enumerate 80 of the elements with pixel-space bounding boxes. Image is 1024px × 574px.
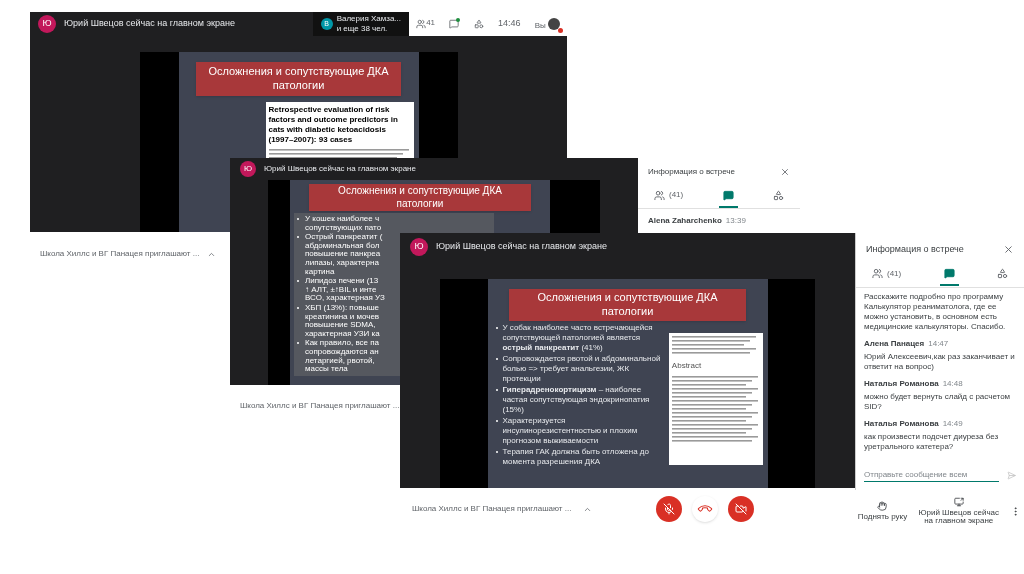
avatar: Ю bbox=[38, 15, 56, 33]
meeting-name: Школа Хиллс и ВГ Панацея приглашают ... bbox=[412, 503, 572, 515]
self-label: Вы bbox=[534, 22, 546, 30]
bullet-text: Как правило, все па bbox=[305, 339, 380, 348]
message-author: Alena Zaharchenko bbox=[648, 215, 722, 227]
raise-hand-button[interactable]: Поднять руку bbox=[857, 501, 908, 521]
paper-heading: Abstract bbox=[671, 359, 703, 372]
paper-title: Retrospective evaluation of risk factors and outcome predictors in cats with diabetic ketoacidosis (1997–2007): 93 cases bbox=[268, 104, 399, 145]
activities-icon[interactable] bbox=[473, 19, 484, 29]
bullet-text: У собак наиболее часто встречающейся сопутствующей патологией является острый панкреатит (41%) bbox=[502, 322, 654, 353]
people-icon bbox=[654, 189, 665, 201]
panel-tab[interactable]: (41) bbox=[650, 184, 688, 208]
message-text: Юрий Алексеевич,как раз заканчивает и ответит на вопрос) bbox=[864, 351, 1016, 372]
bullet-text: ВСО, характерная УЗ bbox=[305, 294, 385, 303]
bullet-text: сопровождаются ан bbox=[305, 347, 380, 356]
clock-time: 14:46 bbox=[497, 17, 521, 31]
participant-name: Валерия Хамза... bbox=[336, 14, 401, 24]
slide-title: Осложнения и сопутствующие ДКА патологии bbox=[509, 289, 746, 321]
message-author: Наталья Романова bbox=[864, 377, 939, 390]
panel-tab[interactable]: (41) bbox=[868, 262, 906, 287]
bullet-text: Характеризуется инсулинорезистентностью и плохим прогнозом выживаемости bbox=[502, 415, 639, 446]
bullet-text: летаргией, рвотой, bbox=[305, 356, 376, 366]
activities-icon bbox=[773, 189, 784, 201]
avatar: Ю bbox=[240, 161, 256, 177]
bullet-text: креатинина и мочев bbox=[305, 312, 380, 322]
bullet-text: Липидоз печени (13 bbox=[305, 277, 380, 286]
close-icon[interactable] bbox=[1003, 244, 1014, 256]
message-text: можно будет вернуть слайд с расчетом SID? bbox=[864, 391, 1012, 412]
bullet-text: сопутствующих пато bbox=[305, 223, 382, 233]
screen-share-icon bbox=[953, 497, 964, 507]
people-count: 41 bbox=[426, 19, 436, 27]
presenting-button[interactable]: Юрий Швецов сейчас на главном экране bbox=[916, 497, 1001, 525]
meeting-name: Школа Хиллс и ВГ Панацея приглашают ... bbox=[40, 248, 200, 260]
bullet-text: Острый панкреатит ( bbox=[305, 233, 383, 242]
presenter-title: Юрий Швецов сейчас на главном экране bbox=[64, 17, 235, 31]
message-text: Расскажите подробно про программу Калькулятор реаниматолога, где ее можно установить, в основном есть медицинские калькуляторы. Спасибо. bbox=[864, 291, 1007, 332]
message-input[interactable]: Отправьте сообщение всем bbox=[864, 469, 999, 482]
slide-title: Осложнения и сопутствующие ДКА патологии bbox=[196, 62, 401, 96]
bullet-text: характерная УЗИ ка bbox=[305, 329, 380, 339]
chat-icon[interactable] bbox=[449, 19, 460, 29]
microphone-off-icon bbox=[663, 503, 675, 515]
people-icon bbox=[872, 268, 883, 279]
message-text: как произвести подсчет диуреза без уретрального катетера? bbox=[864, 431, 1000, 452]
bullet-text: абдоминальная бол bbox=[305, 241, 380, 251]
message-time: 13:39 bbox=[725, 215, 746, 227]
slide-title: Осложнения и сопутствующие ДКА патологии bbox=[309, 184, 531, 211]
meeting-name: Школа Хиллс и ВГ Панацея приглашают ... bbox=[240, 400, 400, 412]
camera-off-icon bbox=[735, 503, 747, 515]
bullet-text: липазы, характерна bbox=[305, 258, 379, 268]
presenter-title: Юрий Швецов сейчас на главном экране bbox=[436, 240, 607, 254]
message-time: 14:48 bbox=[942, 377, 963, 390]
presenter-title: Юрий Швецов сейчас на главном экране bbox=[264, 163, 416, 175]
bullet-text: Гиперадренокортицизм – наиболее частая сопутствующая эндокринопатия (15%) bbox=[502, 384, 651, 415]
people-icon[interactable] bbox=[416, 19, 427, 29]
message-author: Наталья Романова bbox=[864, 417, 939, 430]
self-avatar bbox=[547, 18, 560, 30]
avatar: Ю bbox=[410, 238, 428, 256]
participant-more: и еще 38 чел. bbox=[336, 24, 389, 34]
bullet-text: Терапия ГАК должна быть отложена до момента разрешения ДКА bbox=[502, 446, 650, 467]
close-icon[interactable] bbox=[780, 167, 790, 177]
message-author: Алена Панацея bbox=[864, 337, 925, 350]
hang-up-button[interactable] bbox=[692, 496, 718, 522]
chat-icon bbox=[943, 268, 955, 279]
bullet-text: Сопровождается рвотой и абдоминальной болью => требует анальгезии, ЖК протекции bbox=[502, 353, 662, 384]
chat-icon bbox=[722, 189, 734, 201]
bullet-text: картина bbox=[305, 267, 336, 277]
message-time: 14:49 bbox=[942, 417, 963, 430]
hand-icon bbox=[877, 501, 888, 511]
bullet-text: повышение SDMA, bbox=[305, 321, 377, 330]
message-time: 14:47 bbox=[928, 337, 949, 350]
bullet-text: ↑ АЛТ, ±↑BIL и инте bbox=[305, 285, 377, 295]
microphone-button[interactable] bbox=[656, 496, 682, 522]
bullet-text: массы тела bbox=[305, 365, 348, 374]
panel-title: Информация о встрече bbox=[648, 166, 735, 178]
bullet-text: ХБП (13%): повыше bbox=[305, 303, 380, 313]
bullet-text: У кошек наиболее ч bbox=[305, 215, 381, 224]
camera-button[interactable] bbox=[728, 496, 754, 522]
panel-title: Информация о встрече bbox=[866, 243, 964, 256]
activities-icon bbox=[997, 268, 1008, 279]
bullet-text: повышение панкреа bbox=[305, 250, 382, 259]
